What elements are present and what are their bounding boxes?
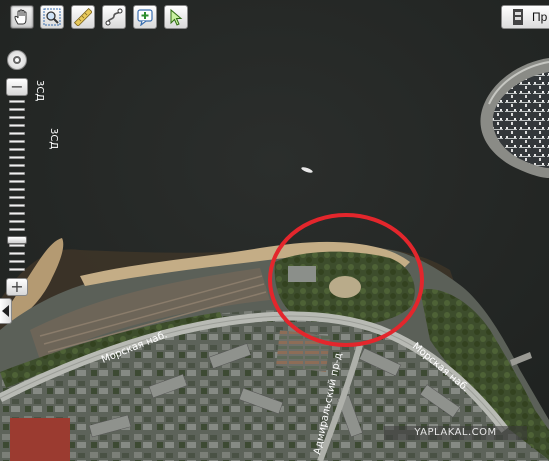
add-point-icon: [137, 9, 153, 26]
zoom-tick: [9, 228, 25, 231]
layers-label: Пр: [532, 10, 548, 24]
zoom-tick: [9, 148, 25, 151]
zoom-tick: [9, 260, 25, 263]
zoom-tick: [9, 196, 25, 199]
zoom-tick: [9, 180, 25, 183]
zoom-tick: [9, 252, 25, 255]
zoom-slider-track[interactable]: [7, 98, 27, 274]
residential-yard: [276, 330, 330, 372]
zoom-slider-handle[interactable]: [7, 236, 27, 244]
zoom-tick: [9, 124, 25, 127]
watermark: YAPLAKAL.COM: [384, 426, 527, 440]
hand-tool-button[interactable]: [10, 5, 34, 29]
ruler-tool-button[interactable]: [71, 5, 95, 29]
route-icon: [105, 8, 123, 26]
zoom-tick: [9, 108, 25, 111]
zoom-tick: [9, 156, 25, 159]
zoom-tick: [9, 116, 25, 119]
zoom-tick: [9, 100, 25, 103]
red-roof-building: [10, 418, 70, 461]
sports-field: [329, 276, 361, 298]
hand-icon: [14, 9, 27, 25]
zoom-tick: [9, 220, 25, 223]
side-panel-toggle[interactable]: [0, 298, 12, 324]
zoom-in-button[interactable]: +: [6, 278, 28, 296]
satellite-map[interactable]: Морская наб. Морская наб. Адмиральский п…: [0, 0, 549, 461]
zoom-control: − +: [6, 50, 30, 296]
layers-icon: [513, 9, 523, 25]
zoom-tick: [9, 204, 25, 207]
route-tool-button[interactable]: [102, 5, 126, 29]
zoom-rect-tool-button[interactable]: [40, 5, 64, 29]
arrow-left-icon: [2, 305, 9, 317]
cursor-icon: [170, 8, 183, 26]
ruler-icon: [74, 8, 92, 26]
zoom-tick: [9, 132, 25, 135]
zoom-tick: [9, 164, 25, 167]
layers-button[interactable]: Пр: [501, 5, 549, 29]
zoom-tick: [9, 268, 25, 271]
zoom-tick: [9, 140, 25, 143]
magnifier-icon: [43, 8, 61, 26]
zoom-tick: [9, 212, 25, 215]
select-tool-button[interactable]: [164, 5, 188, 29]
zoom-tick: [9, 244, 25, 247]
zoom-out-button[interactable]: −: [6, 78, 28, 96]
zoom-tick: [9, 172, 25, 175]
compass-icon[interactable]: [7, 50, 27, 70]
parking-lot: [288, 266, 316, 282]
zoom-level-label-1: 3СД: [34, 80, 45, 102]
add-point-tool-button[interactable]: [133, 5, 157, 29]
zoom-level-label-2: 3СД: [48, 128, 59, 150]
zoom-tick: [9, 188, 25, 191]
